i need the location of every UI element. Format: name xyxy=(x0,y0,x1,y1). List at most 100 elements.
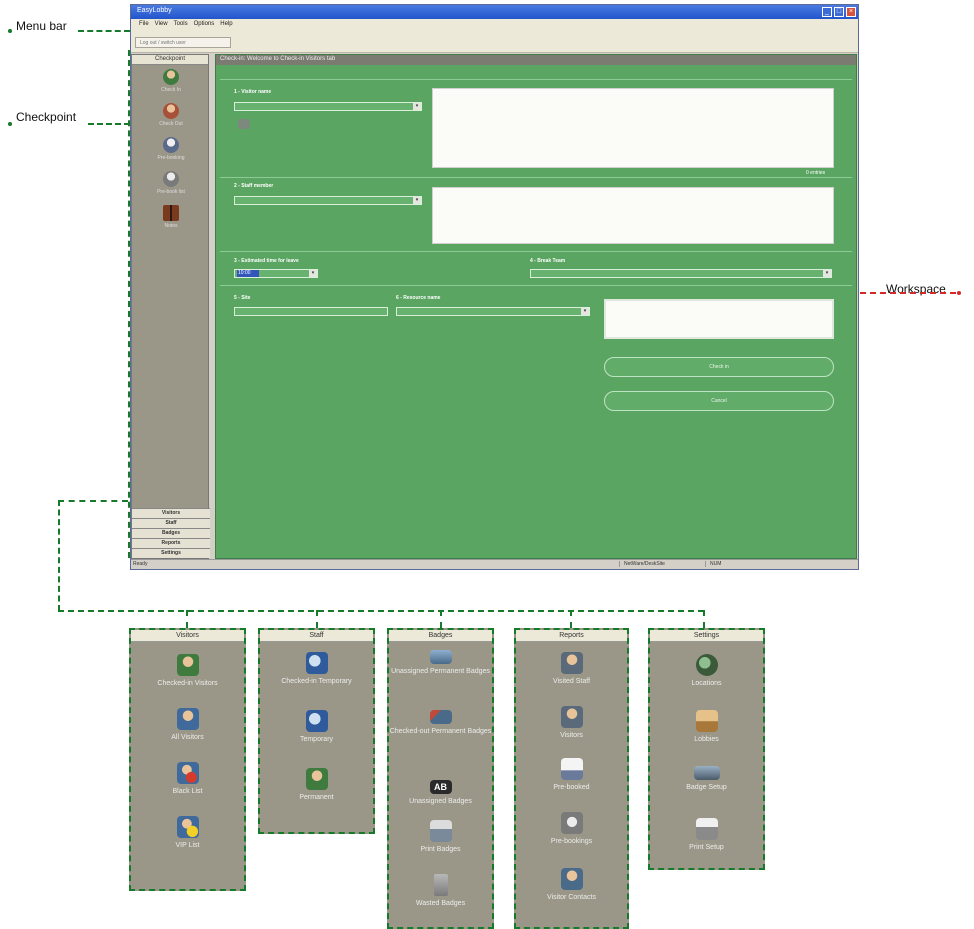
cancel-button[interactable]: Cancel xyxy=(604,391,834,411)
sidebar-item-prebook-list[interactable]: Pre-book list xyxy=(132,171,210,195)
staff-panel: Staff Checked-in Temporary Temporary Per… xyxy=(258,628,375,834)
tab-visitors[interactable]: Visitors xyxy=(132,508,210,518)
list-item-label: Checked-in Visitors xyxy=(157,680,218,687)
estimated-time-label: 3 - Estimated time for leave xyxy=(234,258,299,264)
sidebar-item-check-in[interactable]: Check In xyxy=(132,69,210,93)
menu-help[interactable]: Help xyxy=(220,21,232,29)
divider xyxy=(220,79,852,80)
break-team-select[interactable]: ▾ xyxy=(530,269,832,278)
list-item-locations[interactable]: Locations xyxy=(650,654,763,688)
visitor-grid[interactable] xyxy=(432,88,834,168)
tab-settings[interactable]: Settings xyxy=(132,548,210,558)
list-item-lobbies[interactable]: Lobbies xyxy=(650,710,763,744)
sidebar-item-check-out[interactable]: Check Out xyxy=(132,103,210,127)
lobby-desk-icon xyxy=(695,710,718,732)
chevron-down-icon[interactable]: ▾ xyxy=(413,103,421,110)
clock-staff-icon xyxy=(305,652,328,674)
list-item-label: All Visitors xyxy=(171,734,204,741)
menu-bar-callout-line xyxy=(78,30,130,32)
menu-file[interactable]: File xyxy=(139,21,149,29)
sidebar-item-label: Check In xyxy=(161,87,181,93)
list-item-label: Unassigned Badges xyxy=(409,798,472,805)
site-field[interactable] xyxy=(234,307,388,316)
blocked-user-icon xyxy=(176,762,199,784)
connector-badges xyxy=(440,610,442,628)
list-item-unassigned-permanent-badges[interactable]: Unassigned Permanent Badges xyxy=(389,650,492,676)
staff-member-select[interactable]: ▾ xyxy=(234,196,422,205)
tab-reports[interactable]: Reports xyxy=(132,538,210,548)
badge-setup-icon xyxy=(693,766,720,780)
estimated-time-select[interactable]: 10:00 ▾ xyxy=(234,269,318,278)
chevron-down-icon[interactable]: ▾ xyxy=(581,308,589,315)
list-item-pre-booked[interactable]: Pre-booked xyxy=(516,758,627,792)
list-item-checked-out-permanent-badges[interactable]: Checked-out Permanent Badges xyxy=(389,710,492,736)
clock-staff-icon xyxy=(305,710,328,732)
badges-panel-title: Badges xyxy=(389,630,492,642)
tabs-connector-left xyxy=(58,500,60,611)
globe-icon xyxy=(695,654,718,676)
divider xyxy=(220,285,852,286)
list-item-unassigned-badges[interactable]: AB Unassigned Badges xyxy=(389,780,492,806)
visitor-card-icon[interactable] xyxy=(238,119,250,129)
list-item-label: Permanent xyxy=(299,794,334,801)
list-item-label: Badge Setup xyxy=(686,784,727,791)
window-title: EasyLobby xyxy=(137,7,172,14)
menu-tools[interactable]: Tools xyxy=(174,21,188,29)
visitor-checkin-icon xyxy=(163,69,179,85)
resource-box[interactable] xyxy=(604,299,834,339)
visitor-grid-count: 0 entries xyxy=(806,170,826,176)
visitor-checkout-icon xyxy=(163,103,179,119)
divider xyxy=(220,251,852,252)
list-item-badge-setup[interactable]: Badge Setup xyxy=(650,766,763,792)
list-item-checked-in-temporary[interactable]: Checked-in Temporary xyxy=(260,652,373,686)
staff-member-label: 2 - Staff member xyxy=(234,183,274,189)
menu-bar: File View Tools Options Help xyxy=(131,19,858,31)
minimize-icon[interactable]: _ xyxy=(822,7,832,17)
maximize-icon[interactable]: □ xyxy=(834,7,844,17)
resource-name-label: 6 - Resource name xyxy=(396,295,441,301)
list-item-all-visitors[interactable]: All Visitors xyxy=(131,708,244,742)
badge-icon xyxy=(429,710,452,724)
tab-badges[interactable]: Badges xyxy=(132,528,210,538)
list-item-visited-staff[interactable]: Visited Staff xyxy=(516,652,627,686)
toolbar-logout-button[interactable]: Log out / switch user xyxy=(135,37,231,48)
visitors-panel: Visitors Checked-in Visitors All Visitor… xyxy=(129,628,246,891)
prebook-list-icon xyxy=(163,171,179,187)
checkpoint-callout-label: Checkpoint xyxy=(16,110,77,124)
menu-options[interactable]: Options xyxy=(194,21,215,29)
sidebar-item-prebooking[interactable]: Pre-booking xyxy=(132,137,210,161)
list-item-temporary[interactable]: Temporary xyxy=(260,710,373,744)
estimated-time-value: 10:00 xyxy=(237,270,259,277)
list-item-visitors[interactable]: Visitors xyxy=(516,706,627,740)
trash-icon xyxy=(433,874,448,896)
tab-staff[interactable]: Staff xyxy=(132,518,210,528)
sidebar-item-notes[interactable]: Notes xyxy=(132,205,210,229)
workspace: Check-in: Welcome to Check-in Visitors t… xyxy=(215,54,857,559)
list-item-permanent[interactable]: Permanent xyxy=(260,768,373,802)
status-num: NUM xyxy=(705,561,721,567)
menu-bar-callout-label: Menu bar xyxy=(16,19,67,33)
chevron-down-icon[interactable]: ▾ xyxy=(413,197,421,204)
toolbar: Log out / switch user xyxy=(131,31,858,53)
list-item-pre-bookings[interactable]: Pre-bookings xyxy=(516,812,627,846)
chevron-down-icon[interactable]: ▾ xyxy=(823,270,831,277)
list-item-label: Visitors xyxy=(560,732,583,739)
list-item-visitor-contacts[interactable]: Visitor Contacts xyxy=(516,868,627,902)
list-item-label: Checked-in Temporary xyxy=(281,678,352,685)
menu-view[interactable]: View xyxy=(155,21,168,29)
sidebar-item-label: Pre-booking xyxy=(157,155,185,161)
visitor-name-select[interactable]: ▾ xyxy=(234,102,422,111)
list-item-print-badges[interactable]: Print Badges xyxy=(389,820,492,854)
check-in-button[interactable]: Check in xyxy=(604,357,834,377)
close-icon[interactable]: × xyxy=(846,7,856,17)
list-item-vip-list[interactable]: VIP List xyxy=(131,816,244,850)
list-item-print-setup[interactable]: Print Setup xyxy=(650,818,763,852)
list-item-checked-in-visitors[interactable]: Checked-in Visitors xyxy=(131,654,244,688)
resource-name-select[interactable]: ▾ xyxy=(396,307,590,316)
staff-grid[interactable] xyxy=(432,187,834,244)
list-item-black-list[interactable]: Black List xyxy=(131,762,244,796)
chevron-down-icon[interactable]: ▾ xyxy=(309,270,317,277)
badge-icon xyxy=(429,650,452,664)
list-item-label: Checked-out Permanent Badges xyxy=(389,728,492,735)
list-item-wasted-badges[interactable]: Wasted Badges xyxy=(389,874,492,908)
